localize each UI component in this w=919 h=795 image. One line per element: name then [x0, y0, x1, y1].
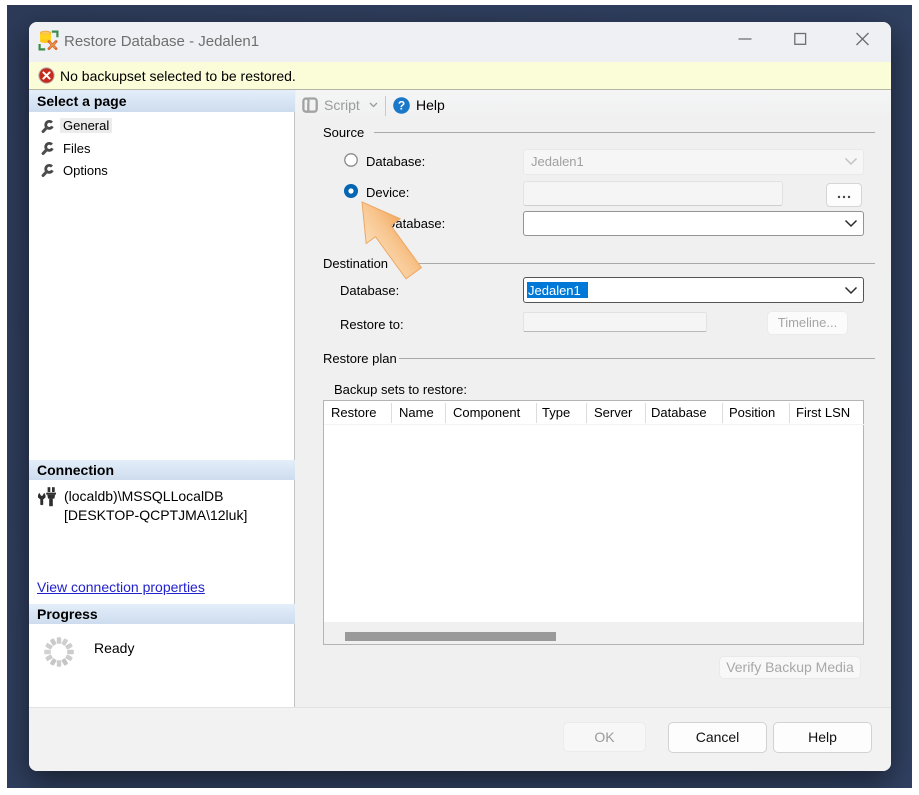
svg-text:?: ?	[398, 99, 405, 113]
